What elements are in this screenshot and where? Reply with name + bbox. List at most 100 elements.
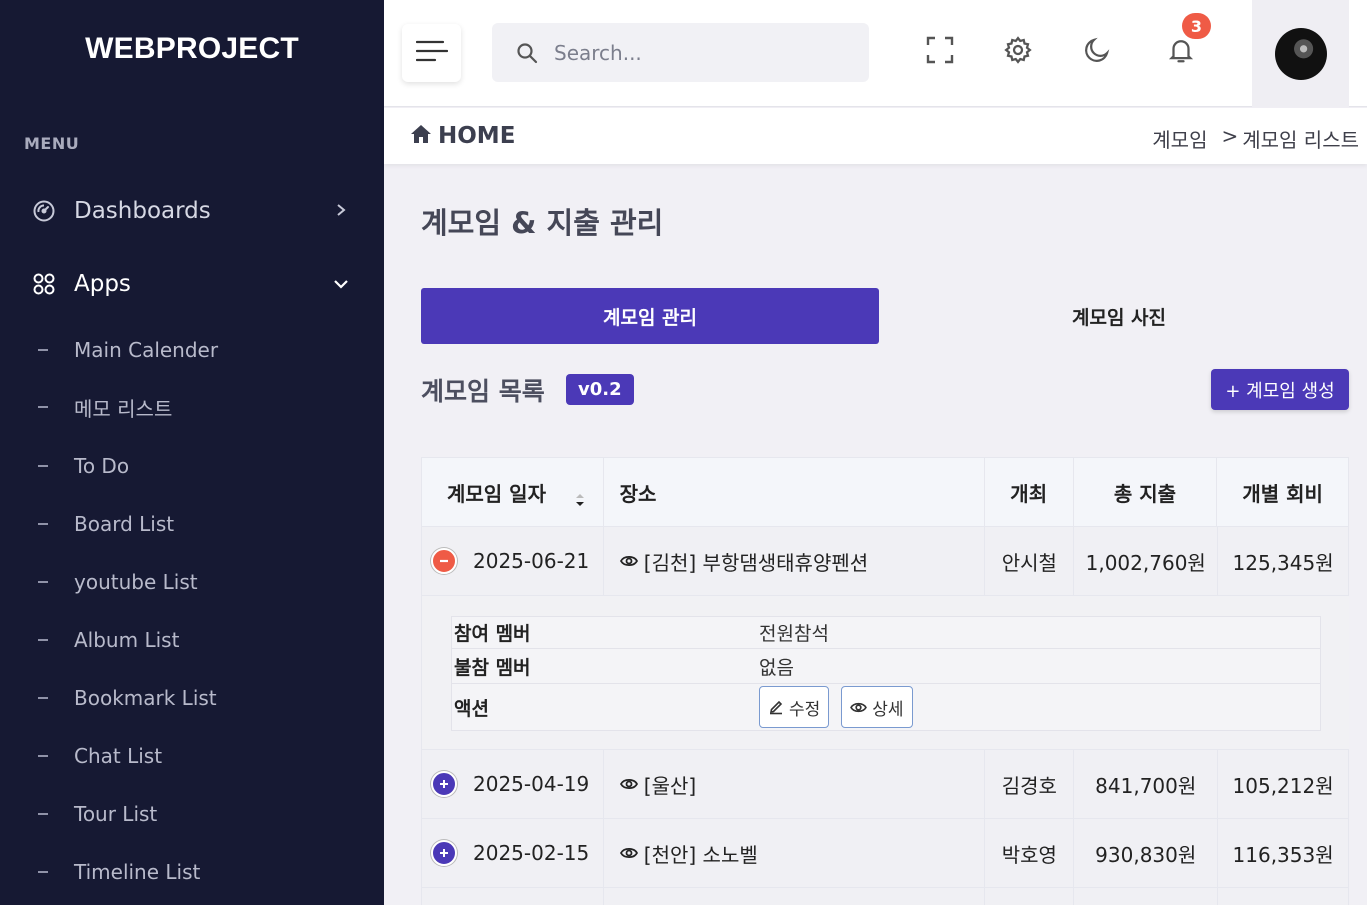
sidebar: WEBPROJECT MENU Dashboards Apps Main Cal… <box>0 0 384 905</box>
sidebar-subitem-bookmark-list[interactable]: Bookmark List <box>38 685 217 711</box>
cell-date: 2025-02-15 <box>422 819 604 887</box>
sidebar-subitem-board-list[interactable]: Board List <box>38 511 174 537</box>
expand-row-button[interactable] <box>431 771 457 797</box>
dash-icon <box>38 349 48 351</box>
eye-icon <box>619 777 638 791</box>
cell-host: 김경호 <box>985 750 1075 818</box>
sidebar-subitem-label: youtube List <box>74 570 198 594</box>
place-text[interactable]: [천안] 소노벨 <box>644 839 758 868</box>
tab-gyemoim-photos[interactable]: 계모임 사진 <box>890 288 1348 344</box>
dash-icon <box>38 639 48 641</box>
eye-icon <box>619 846 638 860</box>
place-text[interactable]: [울산] <box>644 770 696 799</box>
create-gyemoim-button[interactable]: + 계모임 생성 <box>1211 369 1349 410</box>
home-link[interactable]: HOME <box>410 123 515 149</box>
settings-button[interactable] <box>1002 36 1034 68</box>
column-header-date[interactable]: 계모임 일자 <box>422 458 604 526</box>
version-badge: v0.2 <box>566 374 634 405</box>
sidebar-subitem-timeline-list[interactable]: Timeline List <box>38 859 200 885</box>
detail-table: 참여 멤버 전원참석 불참 멤버 없음 액션 수정 상세 <box>451 616 1321 731</box>
sidebar-subitem-chat-list[interactable]: Chat List <box>38 743 162 769</box>
cell-date: 2025-06-21 <box>422 527 604 595</box>
sidebar-subitem-youtube-list[interactable]: youtube List <box>38 569 198 595</box>
cell-each: 116,353원 <box>1218 819 1349 887</box>
list-title: 계모임 목록 <box>421 377 545 406</box>
dash-icon <box>38 465 48 467</box>
cell-place: [울산] <box>604 750 986 818</box>
breadcrumb-item-current: 계모임 리스트 <box>1242 128 1359 152</box>
expand-row-button[interactable] <box>431 840 457 866</box>
sidebar-item-label: Apps <box>74 271 131 297</box>
avatar[interactable] <box>1274 27 1327 80</box>
table-row[interactable]: 2025-02-15 [천안] 소노벨 박호영 930,830원 116,353… <box>421 819 1349 888</box>
top-header: 3 <box>384 0 1367 107</box>
fullscreen-button[interactable] <box>924 36 956 68</box>
sidebar-item-label: Dashboards <box>74 198 211 224</box>
breadcrumb-separator: > <box>1221 124 1239 148</box>
table-row[interactable]: 2025-04-19 [울산] 김경호 841,700원 105,212원 <box>421 750 1349 819</box>
eye-icon <box>850 702 868 712</box>
menu-toggle-button[interactable] <box>402 24 461 82</box>
edit-button[interactable]: 수정 <box>759 686 830 728</box>
cell-place <box>604 888 986 905</box>
column-header-label: 계모임 일자 <box>447 481 546 506</box>
brand-logo[interactable]: WEBPROJECT <box>0 32 384 66</box>
view-button[interactable]: 상세 <box>841 686 913 728</box>
detail-row-members: 참여 멤버 전원참석 <box>452 617 1320 649</box>
search-input[interactable] <box>554 40 844 65</box>
dark-mode-button[interactable] <box>1081 36 1113 68</box>
moon-icon <box>1082 35 1112 69</box>
cell-host <box>985 888 1075 905</box>
cell-place: [김천] 부항댐생태휴양펜션 <box>604 527 986 595</box>
sidebar-subitem-label: To Do <box>74 454 130 478</box>
edit-button-label: 수정 <box>789 699 821 720</box>
detail-row-absent: 불참 멤버 없음 <box>452 649 1320 684</box>
column-header-total[interactable]: 총 지출 <box>1074 458 1218 526</box>
place-text[interactable]: [김천] 부항댐생태휴양펜션 <box>644 547 868 576</box>
sidebar-subitem-todo[interactable]: To Do <box>38 453 129 479</box>
search-box[interactable] <box>492 23 869 82</box>
sidebar-item-apps[interactable]: Apps <box>32 269 352 299</box>
detail-actions: 수정 상세 <box>759 686 925 728</box>
sidebar-subitem-label: Tour List <box>74 802 158 826</box>
gear-icon <box>1003 35 1033 69</box>
cell-place: [천안] 소노벨 <box>604 819 986 887</box>
cell-each: 105,212원 <box>1218 750 1349 818</box>
dash-icon <box>38 523 48 525</box>
notifications-button[interactable] <box>1165 36 1197 68</box>
table-row[interactable]: 2025-06-21 [김천] 부항댐생태휴양펜션 안시철 1,002,760원… <box>421 527 1349 596</box>
detail-label: 불참 멤버 <box>454 656 531 679</box>
dash-icon <box>38 406 48 408</box>
date-text: 2025-02-15 <box>473 841 590 865</box>
apps-grid-icon <box>32 272 56 296</box>
breadcrumb: 계모임 > 계모임 리스트 <box>1152 124 1359 153</box>
pencil-icon <box>769 700 783 715</box>
cell-each <box>1218 888 1349 905</box>
column-header-place[interactable]: 장소 <box>604 458 985 526</box>
dash-icon <box>38 813 48 815</box>
tab-gyemoim-management[interactable]: 계모임 관리 <box>421 288 879 344</box>
user-menu[interactable] <box>1252 0 1349 107</box>
cell-total: 1,002,760원 <box>1074 527 1219 595</box>
dash-icon <box>38 697 48 699</box>
sort-icon <box>575 488 585 512</box>
collapse-row-button[interactable] <box>431 548 457 574</box>
table-header: 계모임 일자 장소 개최 총 지출 개별 회비 <box>421 457 1349 527</box>
sidebar-subitem-label: Board List <box>74 512 175 536</box>
column-header-each[interactable]: 개별 회비 <box>1217 458 1348 526</box>
sidebar-subitem-album-list[interactable]: Album List <box>38 627 179 653</box>
home-icon <box>410 123 432 149</box>
dash-icon <box>38 755 48 757</box>
sidebar-subitem-tour-list[interactable]: Tour List <box>38 801 157 827</box>
view-button-label: 상세 <box>872 699 904 720</box>
breadcrumb-item[interactable]: 계모임 <box>1152 124 1207 153</box>
sidebar-item-dashboards[interactable]: Dashboards <box>32 196 352 226</box>
detail-label: 참여 멤버 <box>454 623 531 645</box>
column-header-host[interactable]: 개최 <box>985 458 1074 526</box>
cell-each: 125,345원 <box>1218 527 1349 595</box>
cell-date <box>422 888 604 905</box>
sidebar-subitem-memo-list[interactable]: 메모 리스트 <box>38 394 172 421</box>
bell-icon <box>1166 35 1196 69</box>
sidebar-subitem-main-calender[interactable]: Main Calender <box>38 337 218 363</box>
cell-total: 841,700원 <box>1074 750 1219 818</box>
